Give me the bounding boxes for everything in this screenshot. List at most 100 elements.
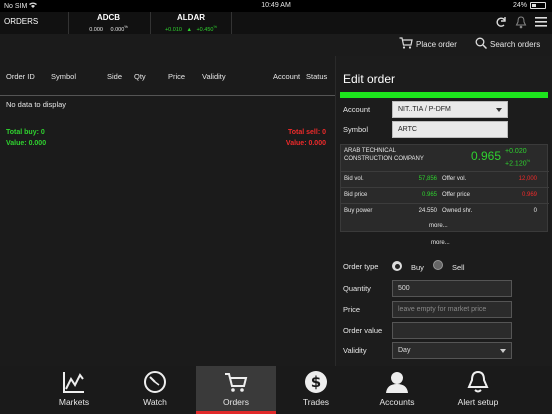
price-input[interactable]: leave empty for market price [392,301,512,318]
offer-price-value: 0.969 [521,192,537,198]
menu-icon[interactable] [534,14,548,30]
tab-label: Accounts [379,397,415,407]
bell-icon [466,370,490,394]
bell-icon[interactable] [514,14,528,30]
owned-shares-label: Owned shr. [442,208,473,214]
quantity-label: Quantity [343,284,371,293]
tab-markets[interactable]: Markets [34,366,114,414]
ticker-last: 0.000 [89,26,103,33]
order-type-label: Order type [343,262,379,271]
symbol-input[interactable]: ARTC [392,121,508,138]
column-header-order-id[interactable]: Order ID [6,72,35,81]
cart-icon [399,37,413,51]
last-price: 0.965 [471,149,502,163]
more-link-secondary[interactable]: more... [431,240,450,246]
bid-vol-value: 57,856 [418,176,437,182]
divider [341,171,549,172]
ticker-values: 0.000 0.000% [69,24,148,33]
place-order-button[interactable]: Place order [399,37,457,51]
ticker-change: +0.450 [196,26,214,33]
tab-label: Markets [58,397,90,407]
ticker-last: +0.010 [164,26,182,33]
column-header-side[interactable]: Side [107,72,122,81]
refresh-icon[interactable] [494,14,508,30]
tab-label: Orders [223,397,249,407]
quote-panel: ARAB TECHNICAL CONSTRUCTION COMPANY 0.96… [340,144,549,232]
user-icon [385,370,409,394]
total-sell: Total sell: 0 [288,129,326,136]
change-percent: +2.120 [505,160,527,168]
validity-select[interactable]: Day [392,342,512,359]
cart-icon [224,370,248,394]
bid-price-label: Bid price [344,192,368,198]
offer-vol-value: 12,000 [518,176,537,182]
chart-icon [62,370,86,394]
battery-icon [530,2,546,9]
sell-label[interactable]: Sell [452,263,465,272]
tab-label: Trades [302,397,330,407]
account-label: Account [343,105,371,114]
tab-label: Watch [143,397,167,407]
price-label: Price [343,305,361,314]
search-orders-label: Search orders [490,39,541,49]
tab-trades[interactable]: $ Trades [276,366,356,414]
symbol-label: Symbol [343,125,369,134]
column-header-qty[interactable]: Qty [134,72,146,81]
tab-orders[interactable]: Orders [196,366,276,414]
edit-order-title: Edit order [343,72,396,86]
buy-label[interactable]: Buy [411,263,424,272]
divider [341,187,549,188]
dollar-icon: $ [304,370,328,394]
column-header-symbol[interactable]: Symbol [51,72,76,81]
tab-watch[interactable]: Watch [115,366,195,414]
ticker-name: ADCB [96,13,121,22]
column-header-account[interactable]: Account [273,72,300,81]
buy-radio[interactable] [392,261,402,271]
up-arrow-icon: ▲ [186,26,192,33]
tab-accounts[interactable]: Accounts [357,366,437,414]
company-name: ARAB TECHNICAL CONSTRUCTION COMPANY [344,148,424,162]
orders-table: Order ID Symbol Side Qty Price Validity … [0,56,335,366]
bottom-tab-bar: Markets Watch Orders $ Trades Accounts A… [0,366,552,414]
buy-power-label: Buy power [344,208,373,214]
chevron-down-icon [496,108,502,112]
battery-percent: 24% [512,2,527,9]
clock: 10:49 AM [261,2,291,9]
account-select[interactable]: NIT..TIA / P-DFM [392,101,508,118]
owned-shares-value: 0 [533,208,537,214]
order-value-field [392,322,512,339]
ticker-values: +0.010 ▲ +0.450% [151,24,231,33]
search-orders-button[interactable]: Search orders [475,37,540,51]
divider [341,203,549,204]
account-value: NIT..TIA / P-DFM [398,106,451,113]
ticker-pct-sign: % [124,24,128,29]
quantity-input[interactable]: 500 [392,280,512,297]
column-header-status[interactable]: Status [306,72,327,81]
ticker-adcb[interactable]: ADCB 0.000 0.000% [68,12,148,34]
page-title: ORDERS [4,17,39,26]
column-header-validity[interactable]: Validity [202,72,226,81]
empty-state-message: No data to display [6,100,67,109]
ticker-aldar[interactable]: ALDAR +0.010 ▲ +0.450% [150,12,232,34]
gauge-icon [143,370,167,394]
offer-vol-label: Offer vol. [442,176,467,182]
bid-price-value: 0.965 [421,192,437,198]
sell-radio[interactable] [433,260,443,270]
bid-vol-label: Bid vol. [344,176,364,182]
change-pct-sign: % [526,158,531,163]
ticker-change: 0.000 [110,26,125,33]
validity-label: Validity [343,346,367,355]
price-change: +0.020 +2.120% [505,147,530,168]
ticker-name: ALDAR [177,13,205,22]
status-bar-indicator [340,92,548,98]
tab-label: Alert setup [457,397,499,407]
value-buy: Value: 0.000 [6,140,47,147]
column-header-price[interactable]: Price [168,72,185,81]
tab-alert-setup[interactable]: Alert setup [438,366,518,414]
more-link[interactable]: more... [429,223,448,229]
ticker-pct-sign: % [213,24,218,29]
price-placeholder: leave empty for market price [398,306,487,313]
action-bar: Place order Search orders [0,34,552,56]
edit-order-panel: Edit order Account NIT..TIA / P-DFM Symb… [335,56,552,366]
search-icon [475,37,488,51]
